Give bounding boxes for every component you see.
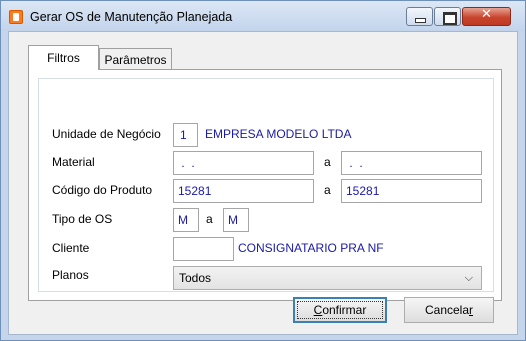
dialog-body: Filtros Parâmetros Unidade de Negócio 1 …: [8, 31, 518, 335]
codigo-to-input[interactable]: 15281: [341, 179, 482, 203]
dialog-window: Gerar OS de Manutenção Planejada ✕ Filtr…: [0, 0, 526, 341]
chevron-down-icon: ⌵: [464, 271, 473, 284]
tipo-os-separator: a: [206, 212, 213, 226]
cancel-accelerator: r: [469, 303, 474, 317]
focus-rectangle: [297, 301, 383, 319]
cancel-label: Cancela: [424, 303, 470, 317]
tab-parametros[interactable]: Parâmetros: [99, 48, 172, 70]
close-button[interactable]: ✕: [462, 7, 511, 26]
maximize-button[interactable]: [434, 7, 461, 26]
cliente-name: CONSIGNATARIO PRA NF: [238, 241, 384, 255]
planos-selected-value: Todos: [179, 271, 212, 285]
tipo-os-from-input[interactable]: M: [173, 208, 199, 232]
minimize-button[interactable]: [406, 7, 433, 26]
material-separator: a: [324, 155, 331, 169]
planos-select[interactable]: Todos ⌵: [173, 266, 482, 290]
codigo-separator: a: [324, 183, 331, 197]
material-label: Material: [52, 155, 95, 169]
material-from-input[interactable]: . .: [173, 151, 314, 175]
unidade-code-input[interactable]: 1: [173, 123, 198, 147]
app-icon: [9, 10, 23, 24]
tipo-os-label: Tipo de OS: [52, 212, 113, 226]
codigo-from-input[interactable]: 15281: [173, 179, 314, 203]
confirm-button[interactable]: Confirmar: [293, 297, 387, 323]
window-title: Gerar OS de Manutenção Planejada: [30, 10, 233, 24]
tipo-os-to-input[interactable]: M: [223, 208, 249, 232]
cliente-label: Cliente: [52, 241, 90, 255]
close-icon: ✕: [481, 7, 492, 22]
planos-label: Planos: [52, 268, 89, 282]
cliente-code-input[interactable]: [173, 237, 234, 261]
unidade-label: Unidade de Negócio: [52, 127, 161, 141]
filters-group: Unidade de Negócio 1 EMPRESA MODELO LTDA…: [38, 78, 494, 292]
filters-panel: Unidade de Negócio 1 EMPRESA MODELO LTDA…: [28, 69, 502, 301]
codigo-label: Código do Produto: [52, 183, 153, 197]
unidade-name: EMPRESA MODELO LTDA: [205, 127, 352, 141]
tab-filtros[interactable]: Filtros: [28, 45, 99, 70]
title-bar[interactable]: Gerar OS de Manutenção Planejada ✕: [1, 1, 525, 31]
material-to-input[interactable]: . .: [341, 151, 482, 175]
cancel-button[interactable]: Cancelar: [404, 297, 494, 323]
